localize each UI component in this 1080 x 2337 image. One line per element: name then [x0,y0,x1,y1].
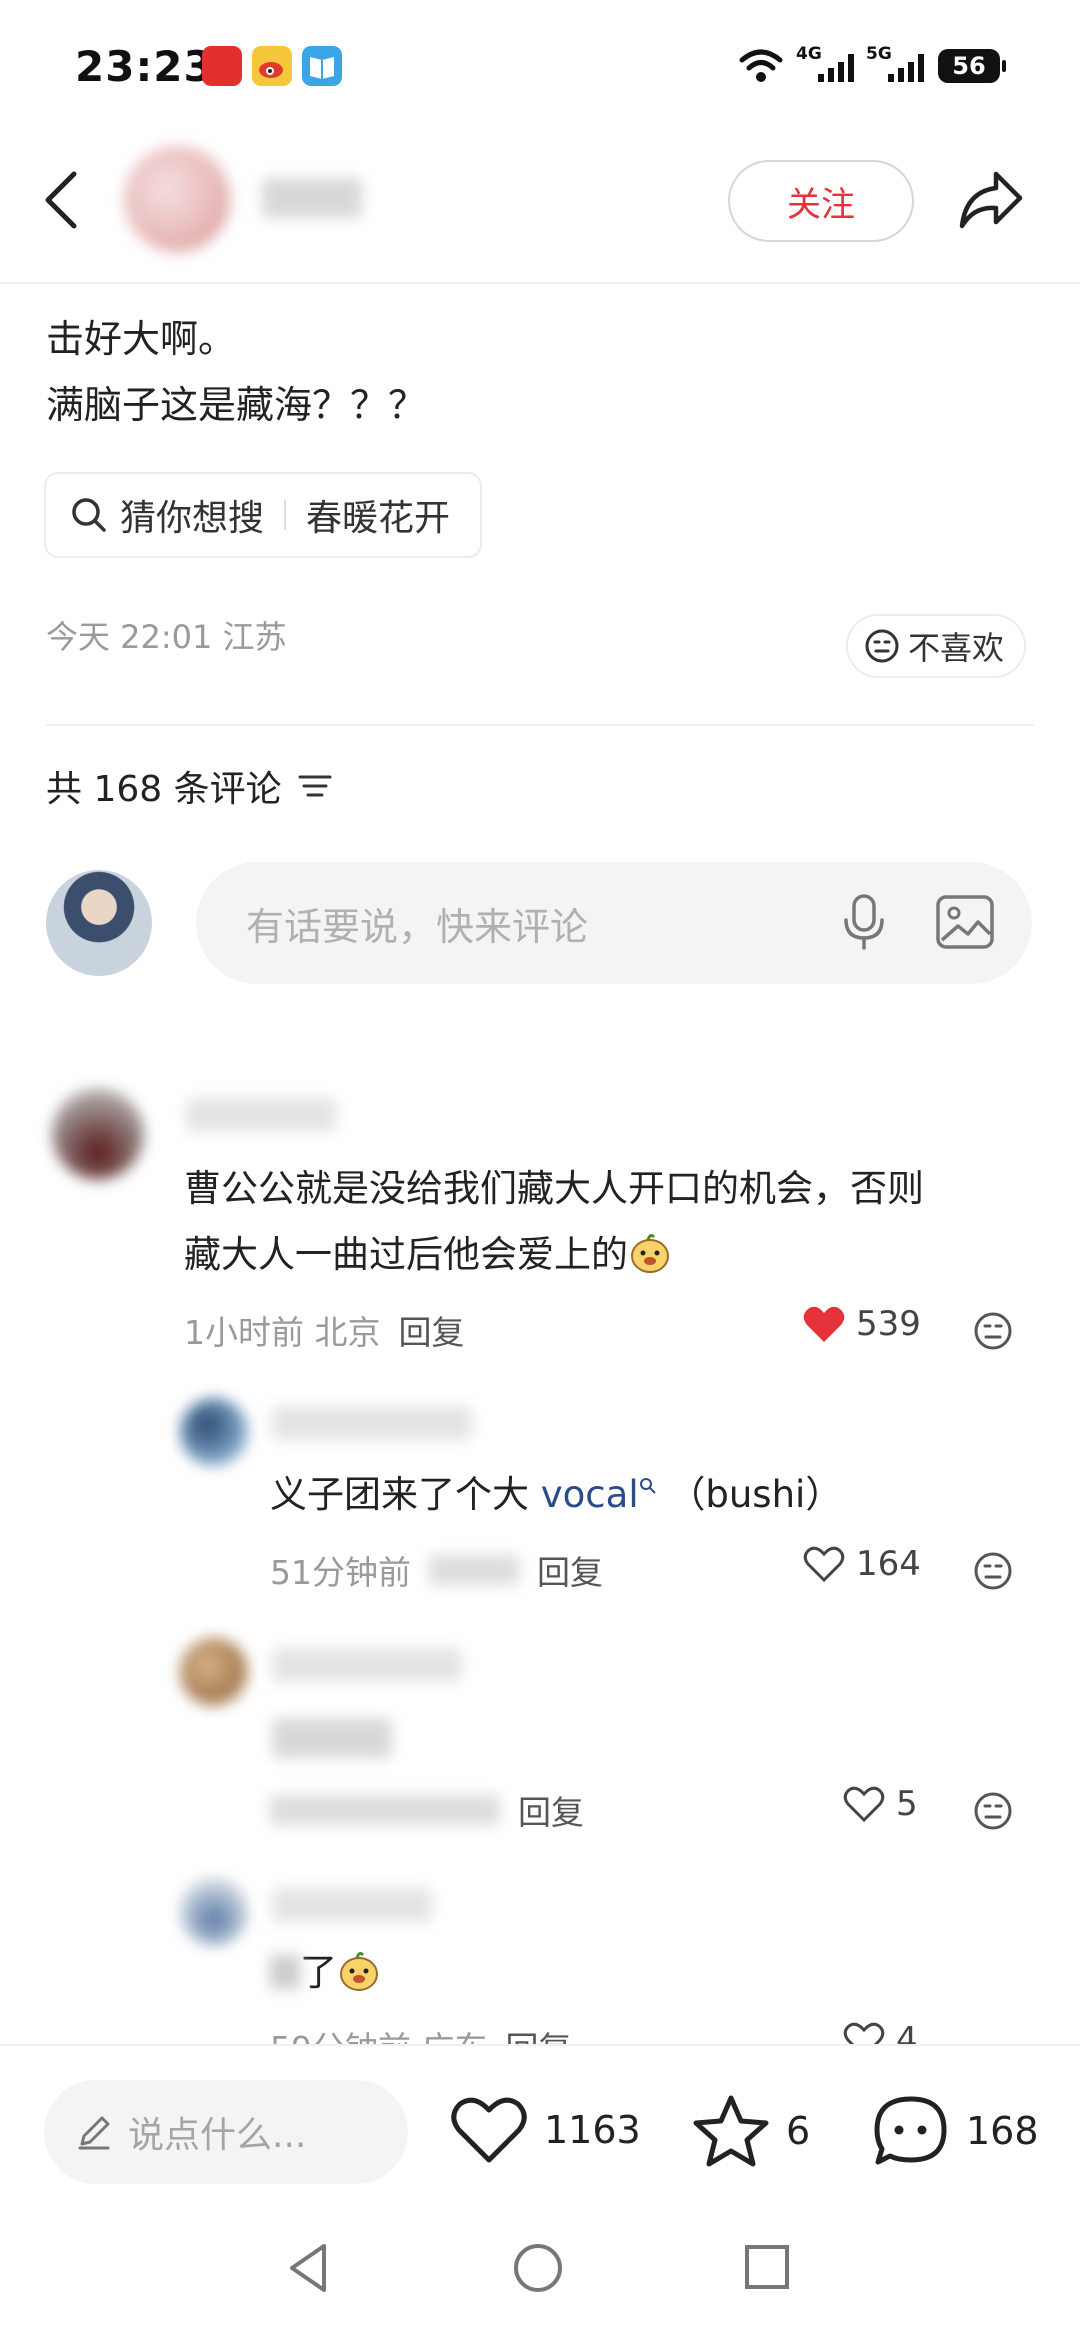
reply-meta: 51分钟前 回复 [270,1546,603,1594]
post-timestamp-location: 今天 22:01 江苏 [46,618,287,656]
comment-count-title: 共 168 条评论 [46,760,332,812]
reply-author-name[interactable] [272,1648,462,1682]
comment-time-location: 1小时前 北京 [184,1313,381,1352]
sort-icon[interactable] [298,772,332,800]
system-nav-bar [0,2220,1080,2337]
sticker-emoji-icon [631,1234,669,1273]
reply-button[interactable]: 回复 [537,1546,603,1594]
reply-text-body: 义子团来了个大 [270,1473,529,1516]
comment-count: 168 [966,2109,1039,2153]
comment-like-button[interactable]: 539 [802,1304,921,1344]
reply-avatar[interactable] [180,1878,248,1946]
comment-avatar[interactable] [52,1088,144,1180]
header-divider [0,282,1080,284]
search-icon [72,498,106,532]
meh-face-icon [865,629,899,663]
sticker-emoji-icon [340,1952,378,1991]
comment-text-line: 藏大人一曲过后他会爱上的 [184,1233,628,1276]
author-avatar[interactable] [124,146,230,252]
meh-face-icon[interactable] [972,1790,1014,1832]
reply-like-button[interactable]: 5 [842,1784,918,1824]
reply-like-button[interactable]: 164 [802,1544,921,1584]
status-indicators: 4G 5G 56 [738,44,1006,88]
reply-author-name[interactable] [272,1406,472,1440]
reply-time: 51分钟前 [270,1553,411,1592]
heart-outline-icon [843,1786,885,1823]
image-icon[interactable] [934,892,996,952]
pencil-icon [78,2116,110,2150]
comment-input-placeholder[interactable]: 有话要说，快来评论 [246,896,588,951]
reply-text: 了 [270,1940,381,2006]
comment-author-name[interactable] [186,1098,336,1132]
heart-filled-icon [803,1306,845,1342]
comment-entry-button[interactable]: 说点什么... [44,2080,408,2184]
comment-count-label: 共 168 条评论 [46,769,282,810]
wifi-icon [739,49,783,82]
comment-like-count: 539 [856,1304,921,1344]
search-chip-keyword: 春暖花开 [306,498,451,539]
signal-5g-icon: 5G [866,44,924,82]
nav-back-icon[interactable] [284,2240,332,2296]
reply-button[interactable]: 回复 [518,1786,584,1834]
reply-like-count: 164 [856,1544,921,1584]
meh-face-icon[interactable] [972,1550,1014,1592]
like-button[interactable]: 1163 [450,2094,641,2166]
comment-entry-placeholder: 说点什么... [128,2115,307,2156]
follow-button[interactable]: 关注 [728,160,914,242]
search-keyword: vocal [540,1473,639,1516]
back-button[interactable] [40,168,84,232]
author-name[interactable] [262,178,362,218]
share-button[interactable] [956,166,1026,232]
xiaohongshu-app-icon [202,46,242,86]
reply-text: 义子团来了个大 vocal （bushi） [270,1462,842,1528]
like-count: 1163 [544,2108,641,2152]
chat-bubble-icon [874,2096,947,2165]
reader-app-icon [302,46,342,86]
star-outline-icon [693,2095,769,2167]
reply-avatar[interactable] [180,1638,248,1706]
battery-indicator: 56 [938,49,1006,83]
blurred-text [270,1955,300,1989]
meh-face-icon[interactable] [972,1310,1014,1352]
search-chip-prefix: 猜你想搜 [120,498,265,539]
post-text-line: 击好大啊。 [46,317,237,361]
favorite-button[interactable]: 6 [692,2094,810,2168]
comment-text: 藏大人一曲过后他会爱上的 [184,1222,672,1288]
my-avatar[interactable] [46,870,152,976]
comments-button[interactable]: 168 [872,2094,1039,2168]
reply-meta: 回复 [270,1786,584,1834]
search-keyword-link[interactable]: vocal [541,1473,657,1516]
heart-outline-icon [803,1546,845,1583]
reply-location [429,1555,519,1585]
comment-meta: 1小时前 北京 回复 [184,1306,465,1354]
reply-like-count: 5 [896,1784,918,1824]
reply-avatar[interactable] [180,1398,248,1466]
post-text-line: 满脑子这是藏海？？？ [46,383,427,427]
weibo-app-icon [252,46,292,86]
comment-text: 曹公公就是没给我们藏大人开口的机会，否则 [184,1167,924,1210]
section-divider [46,724,1034,726]
reply-time-location [270,1795,500,1825]
heart-outline-icon [451,2097,527,2163]
chip-separator [284,500,287,530]
favorite-count: 6 [786,2109,811,2153]
reply-button[interactable]: 回复 [399,1306,465,1354]
signal-4g-icon: 4G [796,44,854,82]
reply-text-body: 了 [300,1951,337,1994]
reply-text [272,1718,392,1758]
reply-text-suffix: （bushi） [668,1473,843,1516]
nav-home-icon[interactable] [510,2240,566,2296]
search-suggestion-chip[interactable]: 猜你想搜 春暖花开 [44,472,483,558]
dislike-button[interactable]: 不喜欢 [846,614,1027,678]
status-time: 23:23 [75,42,214,91]
nav-recents-icon[interactable] [742,2242,792,2292]
reply-author-name[interactable] [272,1888,432,1922]
microphone-icon[interactable] [836,892,892,952]
search-icon [639,1478,656,1494]
dislike-label: 不喜欢 [908,629,1005,667]
